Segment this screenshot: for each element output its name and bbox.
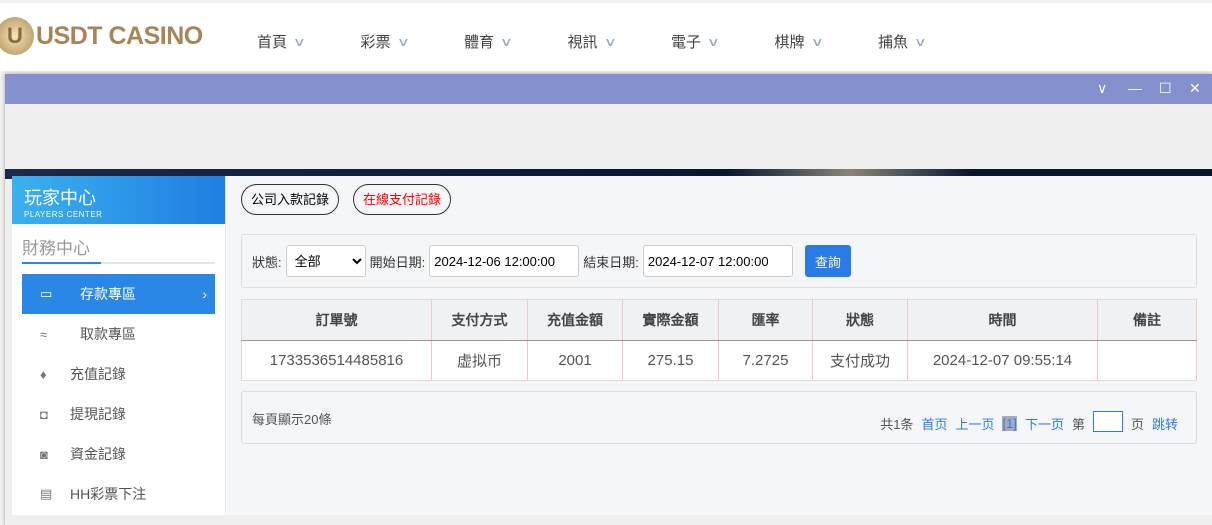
- page-prefix: 第: [1071, 417, 1085, 432]
- main-nav: 首頁 ∨ 彩票 ∨ 體育 ∨ 視訊 ∨ 電子 ∨ 棋牌 ∨ 捕魚 ∨: [257, 31, 982, 52]
- pagination: 每頁顯示20條 共1条 首页 上一页 [1] 下一页 第 页 跳转: [241, 391, 1197, 444]
- prev-page-link[interactable]: 上一页: [955, 414, 994, 433]
- sidebar-item-label: 提現記錄: [70, 406, 126, 422]
- purse-icon: ◙: [40, 446, 48, 462]
- cell-status: 支付成功: [812, 340, 908, 381]
- col-order-no: 訂單號: [241, 299, 432, 341]
- col-time: 時間: [907, 299, 1098, 341]
- nav-sports[interactable]: 體育 ∨: [464, 31, 568, 52]
- records-table: 訂單號 支付方式 充值金額 實際金額 匯率 狀態 時間 備註 173353651…: [241, 299, 1197, 381]
- nav-lottery[interactable]: 彩票 ∨: [361, 31, 465, 52]
- nav-label: 視訊: [567, 34, 598, 51]
- top-navbar: U USDT CASINO 首頁 ∨ 彩票 ∨ 體育 ∨ 視訊 ∨ 電子 ∨ 棋牌 ∨ 捕魚…: [0, 3, 1212, 71]
- chevron-down-icon: ∨: [603, 34, 617, 49]
- players-center-header: 玩家中心 PLAYERS CENTER: [12, 176, 225, 224]
- nav-slots[interactable]: 電子 ∨: [671, 31, 775, 52]
- sidebar-item-withdraw[interactable]: ≈ 取款專區: [22, 314, 215, 354]
- start-date-label: 開始日期:: [369, 254, 426, 270]
- tab-company-deposit-records[interactable]: 公司入款記錄: [241, 184, 340, 215]
- close-icon[interactable]: ✕: [1189, 80, 1201, 97]
- chevron-down-icon: ∨: [396, 34, 410, 49]
- nav-live[interactable]: 視訊 ∨: [568, 31, 672, 52]
- chevron-down-icon: ∨: [913, 34, 928, 49]
- nav-label: 捕魚: [878, 34, 909, 51]
- sidebar-item-label: 充值記錄: [70, 366, 126, 382]
- chevron-down-icon: ∨: [706, 34, 721, 49]
- chevron-down-icon: ∨: [292, 34, 307, 49]
- start-date-input[interactable]: [429, 245, 580, 277]
- card-icon: ▭: [40, 286, 53, 301]
- nav-label: 體育: [464, 34, 495, 51]
- table-row: 1733536514485816 虚拟币 2001 275.15 7.2725 …: [241, 340, 1197, 381]
- wallet-icon: ◘: [40, 406, 48, 422]
- first-page-link[interactable]: 首页: [921, 414, 947, 433]
- cell-rate: 7.2725: [718, 340, 813, 381]
- chevron-down-icon: ∨: [499, 34, 514, 49]
- sidebar-subtitle: PLAYERS CENTER: [24, 210, 103, 219]
- nav-fishing[interactable]: 捕魚 ∨: [878, 31, 982, 52]
- sidebar-item-label: 存款專區: [80, 286, 136, 302]
- total-count: 共1条: [880, 417, 914, 432]
- cell-payment-method: 虚拟币: [431, 340, 528, 381]
- next-page-link[interactable]: 下一页: [1025, 414, 1064, 433]
- sidebar-item-label: HH彩票下注: [70, 486, 147, 502]
- collapse-icon[interactable]: ∨: [1097, 80, 1107, 97]
- end-date-label: 結束日期:: [583, 254, 639, 270]
- sidebar: 玩家中心 PLAYERS CENTER 財務中心 ▭ 存款專區 › ≈ 取款專區 ♦ 充…: [12, 176, 226, 515]
- popup-window: ∨ — ☐ ✕ 玩家中心 PLAYERS CENTER 財務中心 ▭ 存款專區 › …: [5, 74, 1212, 525]
- cell-remark: [1097, 340, 1197, 381]
- money-bag-icon: ♦: [40, 366, 47, 382]
- sidebar-item-recharge-records[interactable]: ♦ 充值記錄: [22, 354, 215, 394]
- nav-label: 彩票: [360, 34, 391, 51]
- sidebar-item-withdraw-records[interactable]: ◘ 提現記錄: [22, 394, 215, 434]
- nav-label: 電子: [671, 34, 702, 51]
- col-rate: 匯率: [718, 299, 813, 341]
- logo-text: USDT CASINO: [36, 21, 203, 50]
- sidebar-title: 玩家中心: [24, 188, 96, 208]
- list-icon: ▤: [40, 486, 53, 501]
- maximize-icon[interactable]: ☐: [1159, 80, 1172, 97]
- cell-time: 2024-12-07 09:55:14: [907, 340, 1098, 381]
- logo-emblem: U: [0, 17, 34, 55]
- finance-center-tab[interactable]: 財務中心: [22, 234, 215, 264]
- col-actual-amount: 實際金額: [622, 299, 719, 341]
- players-center-panel: 玩家中心 PLAYERS CENTER 財務中心 ▭ 存款專區 › ≈ 取款專區 ♦ 充…: [12, 176, 1212, 515]
- tab-online-payment-records[interactable]: 在線支付記錄: [353, 184, 452, 215]
- current-page[interactable]: [1]: [1002, 416, 1017, 431]
- cell-order-no: 1733536514485816: [241, 340, 432, 381]
- per-page-text: 每頁顯示20條: [252, 412, 332, 427]
- sidebar-item-fund-records[interactable]: ◙ 資金記錄: [22, 434, 215, 474]
- sidebar-item-label: 資金記錄: [70, 446, 126, 462]
- col-status: 狀態: [812, 299, 908, 341]
- status-label: 狀態:: [252, 254, 282, 270]
- window-titlebar[interactable]: ∨ — ☐ ✕: [5, 74, 1212, 104]
- cell-recharge-amount: 2001: [527, 340, 623, 381]
- logo[interactable]: U USDT CASINO: [0, 17, 203, 55]
- page-suffix: 页: [1130, 417, 1144, 432]
- page-number-input[interactable]: [1092, 411, 1123, 432]
- chevron-right-icon: ›: [202, 286, 207, 302]
- nav-label: 棋牌: [774, 34, 805, 51]
- table-header-row: 訂單號 支付方式 充值金額 實際金額 匯率 狀態 時間 備註: [241, 299, 1197, 341]
- main-content: 公司入款記錄 在線支付記錄 狀態: 全部 開始日期: 結束日期: 查詢 訂單號 …: [227, 176, 1212, 515]
- hand-money-icon: ≈: [40, 326, 48, 342]
- col-remark: 備註: [1097, 299, 1197, 341]
- col-recharge-amount: 充值金額: [527, 299, 623, 341]
- cell-actual-amount: 275.15: [622, 340, 719, 381]
- minimize-icon[interactable]: —: [1128, 80, 1142, 96]
- sidebar-item-deposit[interactable]: ▭ 存款專區 ›: [22, 274, 215, 314]
- chevron-down-icon: ∨: [810, 34, 824, 49]
- sidebar-item-label: 取款專區: [80, 326, 136, 342]
- end-date-input[interactable]: [642, 245, 793, 277]
- sidebar-item-hh-lottery[interactable]: ▤ HH彩票下注: [22, 474, 215, 514]
- nav-cards[interactable]: 棋牌 ∨: [775, 31, 879, 52]
- nav-home[interactable]: 首頁 ∨: [257, 31, 361, 52]
- jump-link[interactable]: 跳转: [1152, 414, 1178, 433]
- nav-label: 首頁: [257, 34, 288, 51]
- status-select[interactable]: 全部: [285, 245, 366, 277]
- query-button[interactable]: 查詢: [804, 245, 851, 277]
- col-payment-method: 支付方式: [431, 299, 528, 341]
- filter-bar: 狀態: 全部 開始日期: 結束日期: 查詢: [241, 234, 1197, 288]
